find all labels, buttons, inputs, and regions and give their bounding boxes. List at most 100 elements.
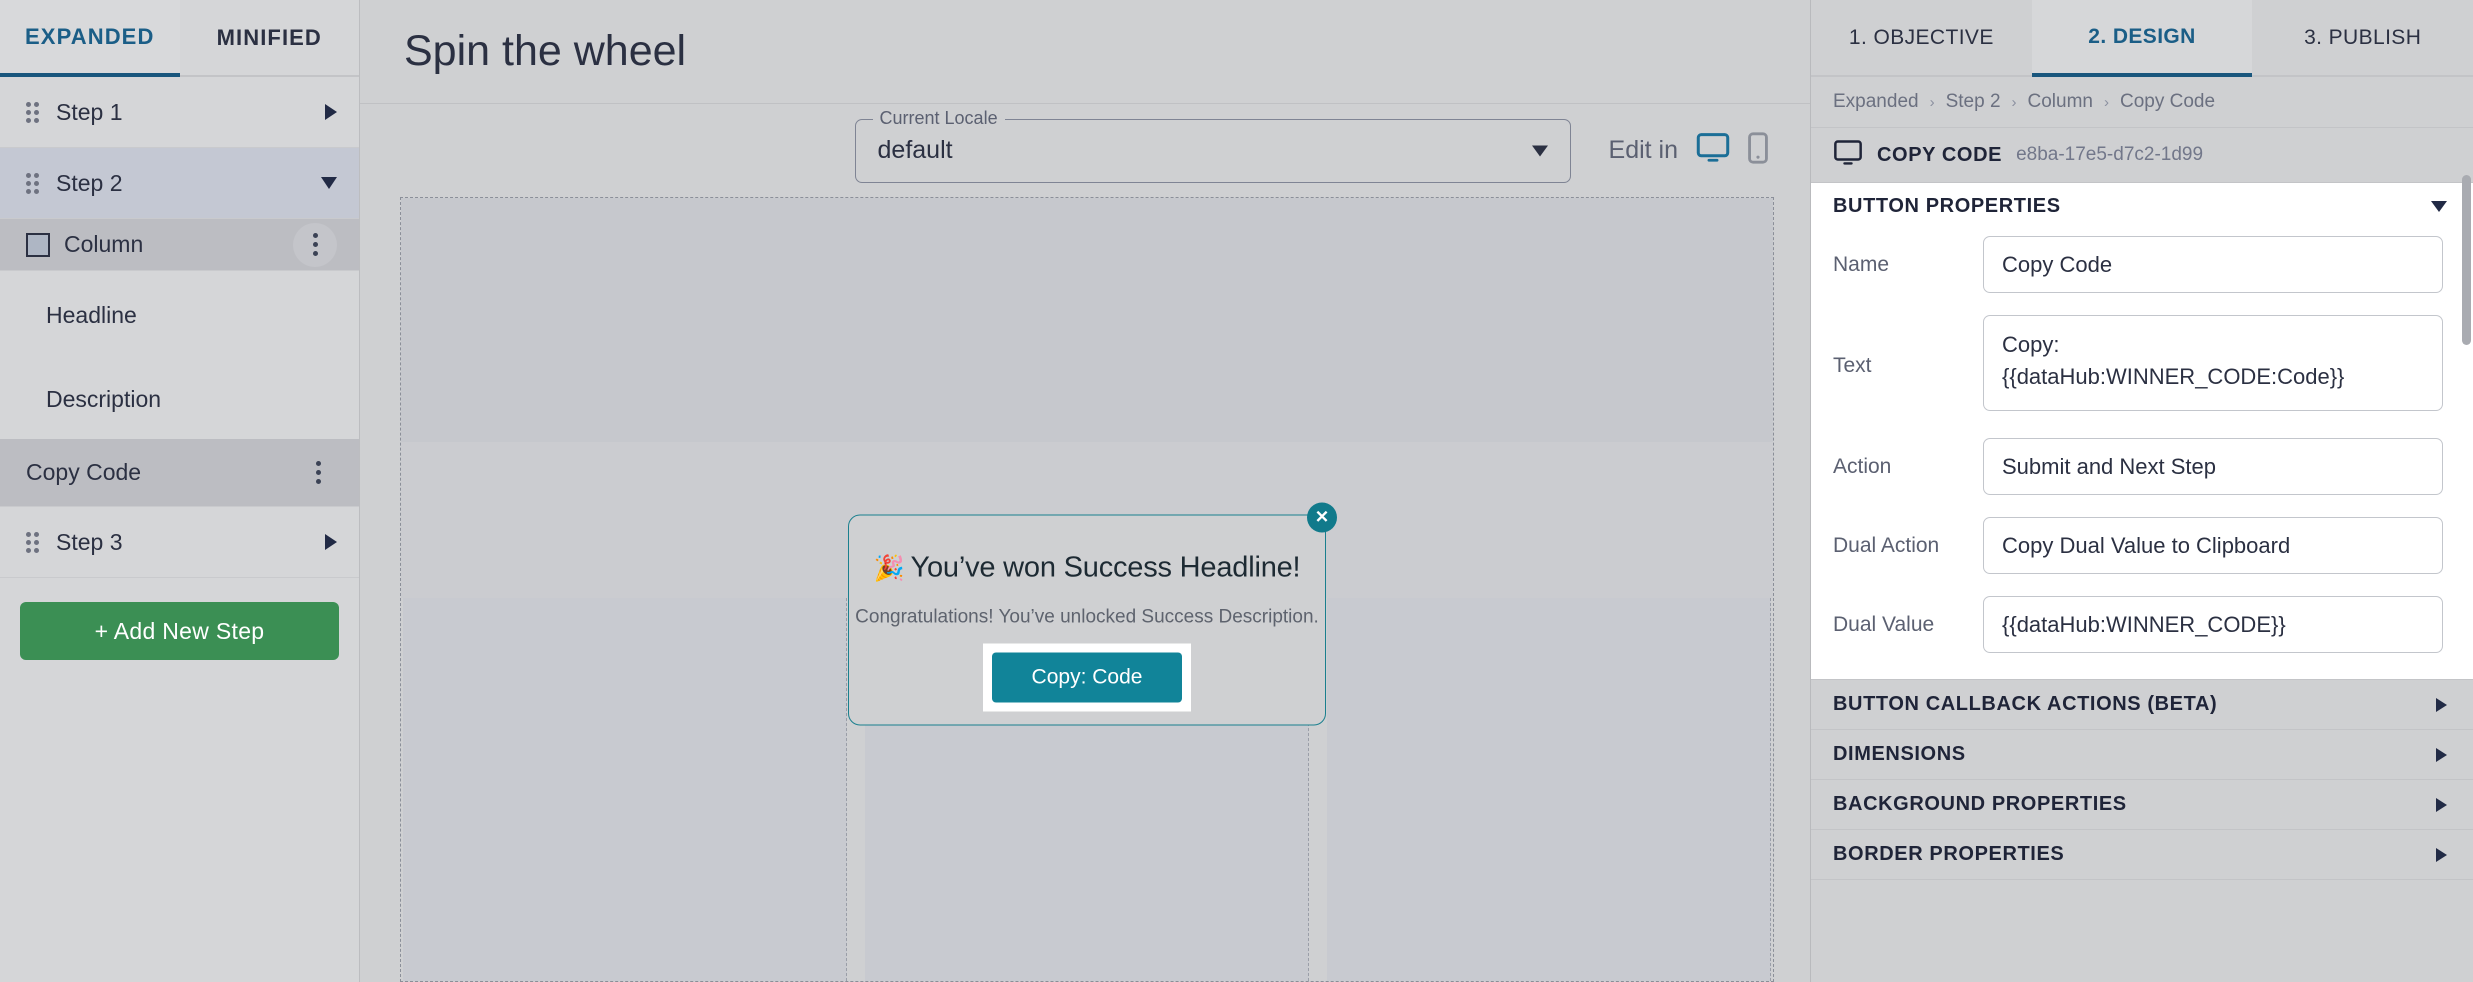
tab-publish[interactable]: 3. PUBLISH (2252, 0, 2473, 77)
section-button-callback-actions-label: BUTTON CALLBACK ACTIONS (BETA) (1833, 693, 2218, 715)
section-dimensions-label: DIMENSIONS (1833, 743, 1966, 765)
breadcrumb-item-column[interactable]: Column (2028, 91, 2093, 113)
tab-publish-label: 3. PUBLISH (2304, 25, 2422, 49)
section-dimensions[interactable]: DIMENSIONS (1811, 730, 2473, 780)
sidebar-tab-minified-label: MINIFIED (216, 24, 322, 50)
canvas-block (403, 598, 847, 981)
current-locale-select[interactable]: Current Locale default (854, 107, 1571, 183)
chevron-right-icon[interactable] (2436, 747, 2447, 762)
add-step-container: + Add New Step (0, 578, 359, 684)
field-dual-value-label: Dual Value (1833, 612, 1935, 636)
sidebar-tab-expanded[interactable]: EXPANDED (0, 0, 180, 77)
field-dual-action-label: Dual Action (1833, 533, 1940, 557)
drag-handle-icon[interactable] (26, 531, 42, 553)
copy-code-more-options-icon[interactable] (303, 461, 333, 484)
sidebar-item-headline-label: Headline (46, 301, 137, 328)
breadcrumb: Expanded › Step 2 › Column › Copy Code (1811, 77, 2473, 128)
close-icon[interactable]: ✕ (1307, 502, 1337, 532)
dual-value-input[interactable] (1983, 596, 2443, 653)
breadcrumb-item-copy-code[interactable]: Copy Code (2120, 91, 2215, 113)
chevron-right-icon[interactable] (2436, 697, 2447, 712)
sidebar-tab-minified[interactable]: MINIFIED (179, 0, 359, 77)
button-properties-section: BUTTON PROPERTIES Name Text Copy: {{data… (1811, 183, 2473, 680)
properties-panel: 1. OBJECTIVE 2. DESIGN 3. PUBLISH Expand… (1810, 0, 2473, 982)
mobile-icon[interactable] (1748, 132, 1768, 169)
section-button-callback-actions[interactable]: BUTTON CALLBACK ACTIONS (BETA) (1811, 680, 2473, 730)
action-select[interactable]: Submit and Next Step (1983, 438, 2443, 495)
chevron-right-icon[interactable] (325, 534, 337, 550)
panel-scrollbar[interactable] (2462, 175, 2471, 345)
text-textarea[interactable]: Copy: {{dataHub:WINNER_CODE:Code}} (1983, 315, 2443, 411)
design-canvas[interactable]: ✕ 🎉 You’ve won Success Headline! Congratu… (400, 197, 1774, 982)
field-dual-value-control (1983, 596, 2443, 653)
canvas-wrapper: ✕ 🎉 You’ve won Success Headline! Congratu… (360, 197, 1810, 982)
sidebar-item-copy-code[interactable]: Copy Code (0, 439, 359, 507)
copy-code-button[interactable]: Copy: Code (992, 652, 1182, 702)
canvas-block (1327, 598, 1771, 981)
structure-sidebar: EXPANDED MINIFIED Step 1 Step 2 Column H… (0, 0, 360, 982)
selected-element-uid: e8ba-17e5-d7c2-1d99 (2016, 144, 2204, 165)
sidebar-item-copy-code-label: Copy Code (26, 459, 142, 485)
sidebar-tabs: EXPANDED MINIFIED (0, 0, 359, 77)
chevron-right-icon[interactable] (325, 104, 337, 120)
dual-action-select[interactable]: Copy Dual Value to Clipboard (1983, 517, 2443, 574)
selected-element-highlight: Copy: Code (983, 643, 1191, 711)
party-popper-icon: 🎉 (873, 554, 905, 582)
name-input[interactable] (1983, 236, 2443, 293)
chevron-right-icon[interactable] (2436, 797, 2447, 812)
chevron-down-icon[interactable] (1531, 145, 1548, 156)
field-name: Name (1833, 236, 2443, 293)
sidebar-item-description[interactable]: Description (0, 359, 359, 439)
sidebar-tab-expanded-label: EXPANDED (25, 23, 155, 49)
desktop-icon[interactable] (1696, 133, 1730, 168)
drag-handle-icon[interactable] (26, 172, 42, 194)
chevron-down-icon[interactable] (321, 177, 337, 189)
breadcrumb-separator-icon: › (2011, 93, 2017, 111)
sidebar-item-description-label: Description (46, 385, 162, 412)
button-properties-title: BUTTON PROPERTIES (1833, 195, 2061, 217)
collapsed-sections: BUTTON CALLBACK ACTIONS (BETA) DIMENSION… (1811, 680, 2473, 880)
tab-design[interactable]: 2. DESIGN (2031, 0, 2253, 77)
column-icon (26, 232, 50, 257)
breadcrumb-item-expanded[interactable]: Expanded (1833, 91, 1919, 113)
edit-in-label: Edit in (1608, 136, 1678, 164)
button-properties-body: Name Text Copy: {{dataHub:WINNER_CODE:Co… (1811, 230, 2473, 679)
sidebar-item-step-2[interactable]: Step 2 (0, 148, 359, 219)
sidebar-item-headline[interactable]: Headline (0, 271, 359, 359)
sidebar-item-column[interactable]: Column (0, 219, 359, 271)
page-title: Spin the wheel (404, 27, 687, 75)
button-properties-header[interactable]: BUTTON PROPERTIES (1811, 183, 2473, 230)
sidebar-item-column-label: Column (64, 231, 144, 257)
sidebar-item-step-3[interactable]: Step 3 (0, 507, 359, 578)
tab-objective[interactable]: 1. OBJECTIVE (1811, 0, 2032, 77)
wizard-tabs: 1. OBJECTIVE 2. DESIGN 3. PUBLISH (1811, 0, 2473, 77)
chevron-right-icon[interactable] (2436, 847, 2447, 862)
editor-center: Spin the wheel Current Locale default Ed… (360, 0, 1810, 982)
field-name-label: Name (1833, 252, 1890, 276)
canvas-toolbar: Current Locale default Edit in (360, 104, 1810, 197)
canvas-band-top (401, 198, 1773, 442)
success-preview-modal: ✕ 🎉 You’ve won Success Headline! Congratu… (848, 502, 1337, 725)
modal-headline: 🎉 You’ve won Success Headline! (849, 551, 1325, 584)
field-text-control: Copy: {{dataHub:WINNER_CODE:Code}} (1983, 315, 2443, 416)
add-new-step-button[interactable]: + Add New Step (20, 602, 339, 660)
section-background-properties[interactable]: BACKGROUND PROPERTIES (1811, 780, 2473, 830)
field-text-label: Text (1833, 353, 1872, 377)
field-text: Text Copy: {{dataHub:WINNER_CODE:Code}} (1833, 315, 2443, 416)
drag-handle-icon[interactable] (26, 101, 42, 123)
column-more-options-icon[interactable] (293, 222, 337, 267)
dual-action-select-value: Copy Dual Value to Clipboard (2002, 532, 2291, 558)
section-background-properties-label: BACKGROUND PROPERTIES (1833, 793, 2127, 815)
action-select-value: Submit and Next Step (2002, 453, 2217, 479)
selected-element-header: COPY CODE e8ba-17e5-d7c2-1d99 (1811, 128, 2473, 183)
sidebar-item-step-1[interactable]: Step 1 (0, 77, 359, 148)
section-border-properties[interactable]: BORDER PROPERTIES (1811, 830, 2473, 880)
breadcrumb-item-step-2[interactable]: Step 2 (1946, 91, 2001, 113)
chevron-down-icon[interactable] (2431, 201, 2447, 212)
section-border-properties-label: BORDER PROPERTIES (1833, 843, 2065, 865)
field-dual-action: Dual Action Copy Dual Value to Clipboard (1833, 517, 2443, 574)
breadcrumb-separator-icon: › (2104, 93, 2109, 111)
breadcrumb-separator-icon: › (1929, 93, 1935, 111)
sidebar-item-step-2-label: Step 2 (56, 169, 123, 196)
sidebar-item-step-3-label: Step 3 (56, 528, 123, 555)
